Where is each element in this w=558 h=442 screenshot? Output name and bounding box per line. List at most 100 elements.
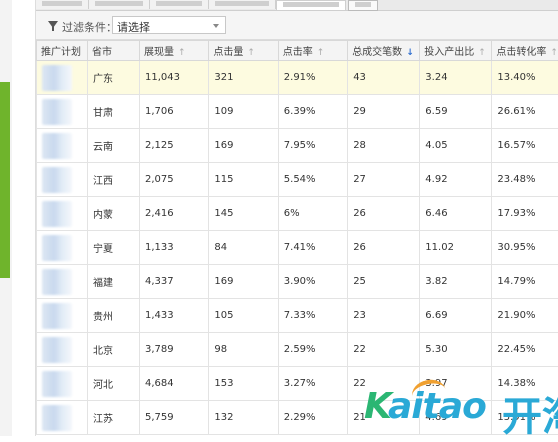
table-cell: 河北 xyxy=(88,367,140,401)
table-cell: 江苏 xyxy=(88,401,140,435)
campaign-name-redacted xyxy=(42,235,72,261)
table-cell: 22 xyxy=(348,367,420,401)
table-cell: 广东 xyxy=(88,61,140,95)
column-header[interactable]: 点击率 ↑ xyxy=(278,41,347,61)
table-cell: 4.92 xyxy=(420,163,492,197)
side-accent-bar xyxy=(0,82,10,278)
table-header-row: 推广计划省市展现量↑ 点击量 ↑ 点击率 ↑ 总成交笔数 ↓ 投入产出比↑ 点击转化率 ↑ xyxy=(37,41,558,61)
campaign-cell-blurred xyxy=(37,401,88,435)
table-cell: 4.05 xyxy=(420,129,492,163)
table-row[interactable]: 云南2,1251697.95%284.0516.57% xyxy=(37,129,558,163)
table-cell: 169 xyxy=(209,265,278,299)
column-header[interactable]: 总成交笔数 ↓ xyxy=(348,41,420,61)
table-cell: 153 xyxy=(209,367,278,401)
sort-asc-icon[interactable]: ↑ xyxy=(247,48,255,58)
tab-4[interactable] xyxy=(209,0,276,9)
column-header[interactable]: 投入产出比↑ xyxy=(420,41,492,61)
table-cell: 21.90% xyxy=(492,299,558,333)
sort-asc-icon[interactable]: ↑ xyxy=(478,48,486,58)
table-cell: 2.59% xyxy=(278,333,347,367)
tab-5-active[interactable] xyxy=(276,0,346,10)
table-cell: 169 xyxy=(209,129,278,163)
tab-3[interactable] xyxy=(150,0,209,9)
chevron-down-icon xyxy=(213,24,219,28)
campaign-name-redacted xyxy=(42,167,72,193)
table-cell: 3,789 xyxy=(139,333,208,367)
tab-bar xyxy=(36,0,558,11)
table-cell: 1,433 xyxy=(139,299,208,333)
campaign-cell-blurred xyxy=(37,299,88,333)
table-cell: 13.40% xyxy=(492,61,558,95)
table-cell: 15.91% xyxy=(492,401,558,435)
table-cell: 2,125 xyxy=(139,129,208,163)
table-cell: 7.33% xyxy=(278,299,347,333)
table-cell: 北京 xyxy=(88,333,140,367)
tab-1[interactable] xyxy=(36,0,89,9)
sort-asc-icon[interactable]: ↑ xyxy=(550,48,558,58)
table-cell: 贵州 xyxy=(88,299,140,333)
column-header-label: 点击转化率 xyxy=(496,47,546,58)
table-cell: 5.30 xyxy=(420,333,492,367)
table-cell: 2.29% xyxy=(278,401,347,435)
table-row[interactable]: 北京3,789982.59%225.3022.45% xyxy=(37,333,558,367)
column-header-label: 点击率 xyxy=(283,47,313,58)
table-row[interactable]: 江西2,0751155.54%274.9223.48% xyxy=(37,163,558,197)
table-row[interactable]: 宁夏1,133847.41%2611.0230.95% xyxy=(37,231,558,265)
table-cell: 6.69 xyxy=(420,299,492,333)
column-header-label: 点击量 xyxy=(213,47,243,58)
table-cell: 132 xyxy=(209,401,278,435)
table-cell: 7.41% xyxy=(278,231,347,265)
table-cell: 23 xyxy=(348,299,420,333)
campaign-cell-blurred xyxy=(37,95,88,129)
column-header[interactable]: 省市 xyxy=(88,41,140,61)
sort-asc-icon[interactable]: ↑ xyxy=(178,48,186,58)
table-row[interactable]: 贵州1,4331057.33%236.6921.90% xyxy=(37,299,558,333)
table-row[interactable]: 河北4,6841533.27%223.9714.38% xyxy=(37,367,558,401)
table-cell: 23.48% xyxy=(492,163,558,197)
tab-6[interactable] xyxy=(348,0,378,11)
column-header-label: 总成交笔数 xyxy=(352,47,402,58)
campaign-name-redacted xyxy=(42,201,72,227)
table-cell: 3.24 xyxy=(420,61,492,95)
table-cell: 145 xyxy=(209,197,278,231)
table-cell: 云南 xyxy=(88,129,140,163)
table-cell: 2,416 xyxy=(139,197,208,231)
table-cell: 甘肃 xyxy=(88,95,140,129)
sort-desc-icon[interactable]: ↓ xyxy=(406,48,414,58)
tab-2[interactable] xyxy=(89,0,150,9)
table-cell: 98 xyxy=(209,333,278,367)
table-row[interactable]: 内蒙2,4161456%266.4617.93% xyxy=(37,197,558,231)
table-cell: 1,133 xyxy=(139,231,208,265)
table-cell: 14.38% xyxy=(492,367,558,401)
filter-label: 过滤条件： xyxy=(62,19,117,35)
filter-select[interactable]: 请选择 xyxy=(112,16,226,34)
table-cell: 4,337 xyxy=(139,265,208,299)
table-cell: 福建 xyxy=(88,265,140,299)
table-row[interactable]: 广东11,0433212.91%433.2413.40% xyxy=(37,61,558,95)
table-cell: 109 xyxy=(209,95,278,129)
column-header[interactable]: 点击转化率 ↑ xyxy=(492,41,558,61)
table-cell: 11,043 xyxy=(139,61,208,95)
table-cell: 105 xyxy=(209,299,278,333)
table-cell: 26 xyxy=(348,231,420,265)
sort-asc-icon[interactable]: ↑ xyxy=(317,48,325,58)
column-header[interactable]: 推广计划 xyxy=(37,41,88,61)
campaign-name-redacted xyxy=(42,133,72,159)
table-row[interactable]: 江苏5,7591322.29%214.6915.91% xyxy=(37,401,558,435)
table-row[interactable]: 甘肃1,7061096.39%296.5926.61% xyxy=(37,95,558,129)
table-cell: 3.82 xyxy=(420,265,492,299)
column-header[interactable]: 展现量↑ xyxy=(139,41,208,61)
campaign-name-redacted xyxy=(42,371,72,397)
table-cell: 22 xyxy=(348,333,420,367)
table-row[interactable]: 福建4,3371693.90%253.8214.79% xyxy=(37,265,558,299)
campaign-cell-blurred xyxy=(37,129,88,163)
table-cell: 2.91% xyxy=(278,61,347,95)
table-cell: 29 xyxy=(348,95,420,129)
table-cell: 321 xyxy=(209,61,278,95)
filter-icon xyxy=(48,21,58,28)
campaign-name-redacted xyxy=(42,65,72,91)
column-header[interactable]: 点击量 ↑ xyxy=(209,41,278,61)
campaign-name-redacted xyxy=(42,405,72,431)
table-cell: 江西 xyxy=(88,163,140,197)
filter-bar: 过滤条件： 请选择 xyxy=(36,11,558,40)
